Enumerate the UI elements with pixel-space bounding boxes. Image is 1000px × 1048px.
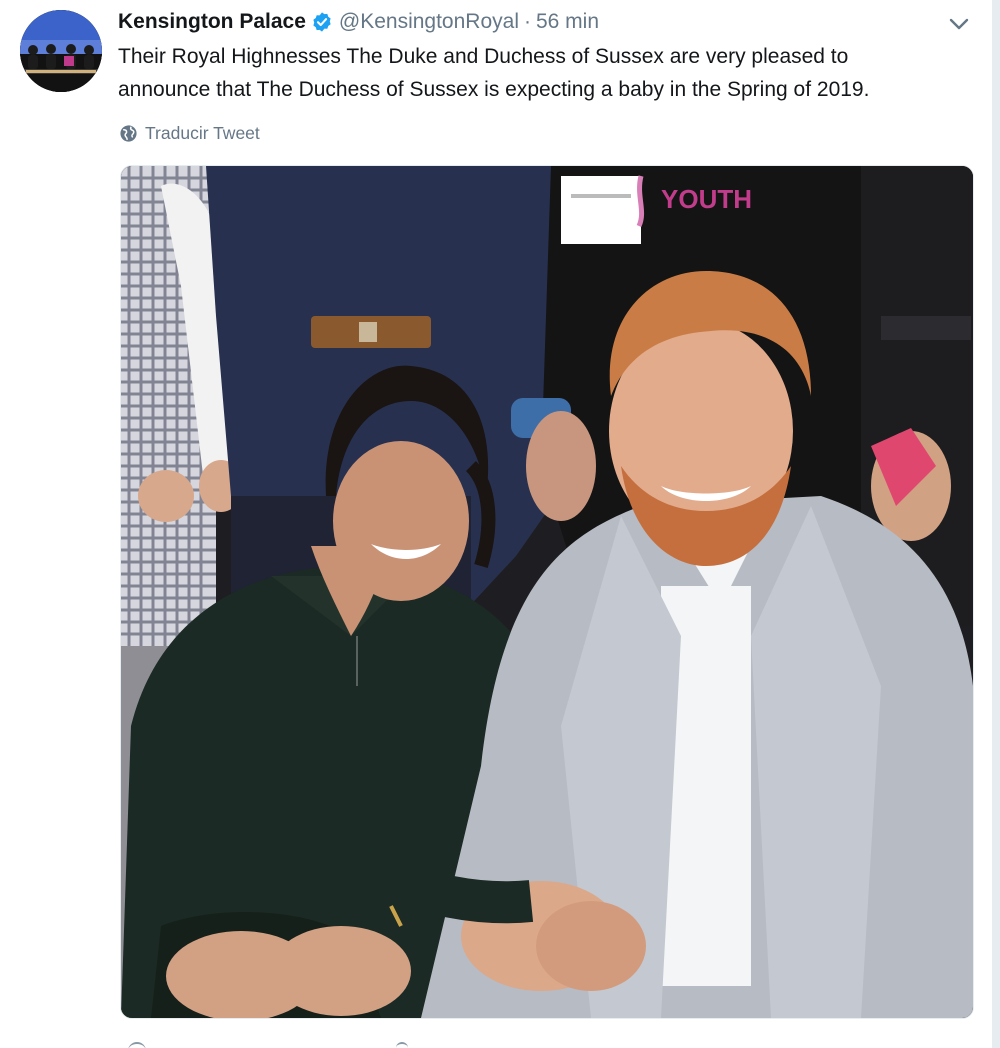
translate-label: Traducir Tweet [145,122,260,143]
svg-text:YOUTH: YOUTH [661,184,752,214]
timeline-border [992,0,1000,1048]
tweet-header: Kensington Palace @KensingtonRoyal · 56 … [118,7,599,37]
tweet-photo[interactable]: YOUTH [120,165,974,1019]
tweet[interactable]: Kensington Palace @KensingtonRoyal · 56 … [0,0,1000,1048]
verified-badge-icon [311,11,333,33]
header-separator: · [523,10,531,33]
chevron-down-icon[interactable] [948,15,970,33]
photo-image: YOUTH [121,166,973,1018]
retweet-icon[interactable] [396,1042,408,1048]
globe-icon [120,124,137,142]
author-name[interactable]: Kensington Palace [118,10,306,34]
tweet-text: Their Royal Highnesses The Duke and Duch… [118,45,870,101]
reply-icon[interactable] [128,1042,146,1048]
tweet-timestamp[interactable]: 56 min [536,10,599,34]
author-avatar[interactable] [20,10,102,92]
author-handle[interactable]: @KensingtonRoyal [339,10,519,34]
tweet-actions [120,1040,980,1048]
avatar-image [20,10,102,92]
translate-tweet-link[interactable]: Traducir Tweet [119,120,260,146]
